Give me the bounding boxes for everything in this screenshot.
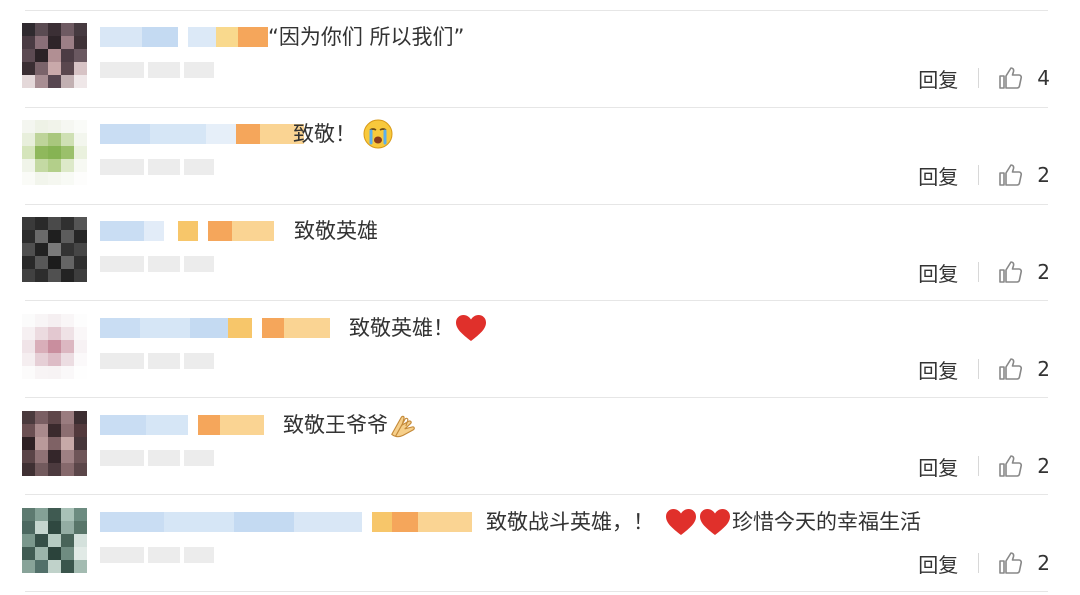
comment-actions: 回复 4 bbox=[918, 60, 1050, 96]
divider bbox=[25, 591, 1048, 592]
like-count: 2 bbox=[1037, 260, 1050, 284]
like-button[interactable]: 4 bbox=[997, 65, 1050, 91]
username-blurred[interactable] bbox=[100, 119, 304, 149]
comment-list: “因为你们 所以我们” 回复 4 致敬！ 回复 2 致敬英雄 回复 2 致敬英雄… bbox=[0, 0, 1080, 595]
like-count: 2 bbox=[1037, 454, 1050, 478]
action-separator bbox=[978, 456, 980, 476]
action-separator bbox=[978, 359, 980, 379]
action-separator bbox=[978, 165, 980, 185]
comment-text: 致敬王爷爷 bbox=[283, 410, 420, 440]
like-button[interactable]: 2 bbox=[997, 550, 1050, 576]
action-separator bbox=[978, 68, 980, 88]
thumbs-up-icon bbox=[997, 259, 1023, 285]
action-separator bbox=[978, 553, 980, 573]
username-blurred[interactable] bbox=[100, 410, 264, 440]
like-button[interactable]: 2 bbox=[997, 356, 1050, 382]
like-button[interactable]: 2 bbox=[997, 259, 1050, 285]
username-blurred[interactable] bbox=[100, 22, 268, 52]
timestamp-blurred bbox=[100, 256, 214, 272]
thumbs-up-icon bbox=[997, 550, 1023, 576]
comment-actions: 回复 2 bbox=[918, 448, 1050, 484]
comment-text: “因为你们 所以我们” bbox=[268, 25, 465, 49]
like-count: 2 bbox=[1037, 551, 1050, 575]
avatar[interactable] bbox=[22, 314, 87, 379]
folded-hands-emoji-icon bbox=[388, 409, 420, 441]
comment-actions: 回复 2 bbox=[918, 157, 1050, 193]
comment-text: 致敬英雄 bbox=[294, 219, 378, 243]
comment-item: 致敬！ 回复 2 bbox=[0, 97, 1080, 194]
username-blurred[interactable] bbox=[100, 216, 274, 246]
avatar[interactable] bbox=[22, 217, 87, 282]
username-blurred[interactable] bbox=[100, 507, 472, 537]
timestamp-blurred bbox=[100, 62, 214, 78]
red-heart-emoji-icon bbox=[698, 506, 732, 538]
comment-item: 致敬英雄 回复 2 bbox=[0, 194, 1080, 291]
avatar[interactable] bbox=[22, 411, 87, 476]
reply-button[interactable]: 回复 bbox=[918, 64, 958, 93]
avatar[interactable] bbox=[22, 120, 87, 185]
timestamp-blurred bbox=[100, 547, 214, 563]
like-count: 2 bbox=[1037, 357, 1050, 381]
comment-actions: 回复 2 bbox=[918, 351, 1050, 387]
comment-text: 致敬英雄！ bbox=[349, 313, 488, 343]
like-count: 4 bbox=[1037, 66, 1050, 90]
comment-item: 致敬英雄！ 回复 2 bbox=[0, 291, 1080, 388]
comment-actions: 回复 2 bbox=[918, 545, 1050, 581]
timestamp-blurred bbox=[100, 353, 214, 369]
comment-text: 致敬战斗英雄，！ 珍惜今天的幸福生活 bbox=[486, 507, 921, 537]
reply-button[interactable]: 回复 bbox=[918, 549, 958, 578]
thumbs-up-icon bbox=[997, 65, 1023, 91]
comment-item: 致敬战斗英雄，！ 珍惜今天的幸福生活 回复 2 bbox=[0, 485, 1080, 582]
thumbs-up-icon bbox=[997, 356, 1023, 382]
username-blurred[interactable] bbox=[100, 313, 330, 343]
comment-item: “因为你们 所以我们” 回复 4 bbox=[0, 0, 1080, 97]
red-heart-emoji-icon bbox=[664, 506, 698, 538]
comment-text: 致敬！ bbox=[293, 119, 394, 149]
thumbs-up-icon bbox=[997, 162, 1023, 188]
reply-button[interactable]: 回复 bbox=[918, 355, 958, 384]
avatar[interactable] bbox=[22, 508, 87, 573]
avatar[interactable] bbox=[22, 23, 87, 88]
action-separator bbox=[978, 262, 980, 282]
comment-item: 致敬王爷爷 回复 2 bbox=[0, 388, 1080, 485]
reply-button[interactable]: 回复 bbox=[918, 161, 958, 190]
reply-button[interactable]: 回复 bbox=[918, 452, 958, 481]
comment-actions: 回复 2 bbox=[918, 254, 1050, 290]
thumbs-up-icon bbox=[997, 453, 1023, 479]
like-button[interactable]: 2 bbox=[997, 162, 1050, 188]
reply-button[interactable]: 回复 bbox=[918, 258, 958, 287]
red-heart-emoji-icon bbox=[454, 312, 488, 344]
timestamp-blurred bbox=[100, 450, 214, 466]
like-button[interactable]: 2 bbox=[997, 453, 1050, 479]
crying-face-emoji-icon bbox=[362, 118, 394, 150]
timestamp-blurred bbox=[100, 159, 214, 175]
like-count: 2 bbox=[1037, 163, 1050, 187]
